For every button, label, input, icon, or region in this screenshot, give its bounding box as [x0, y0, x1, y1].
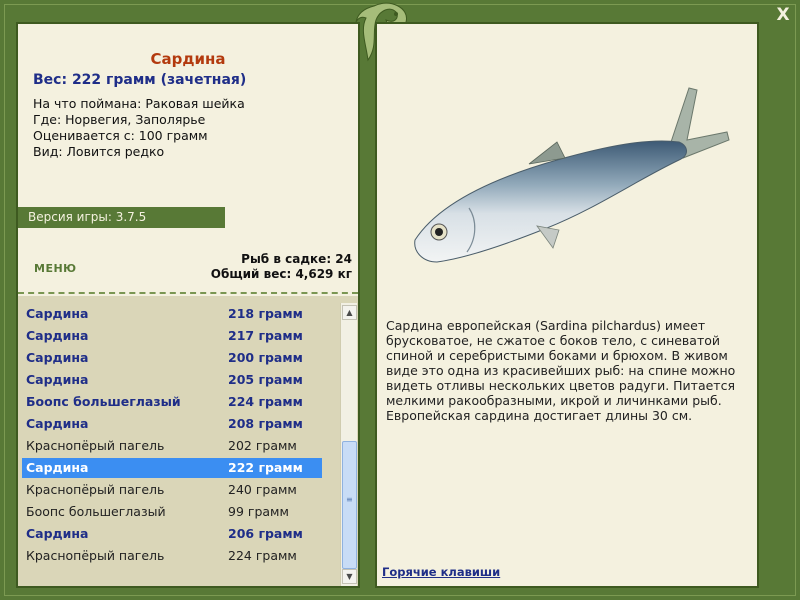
catch-fish-name: Сардина: [26, 306, 89, 321]
chevron-down-icon: ▼: [346, 572, 353, 581]
catch-fish-name: Сардина: [26, 328, 89, 343]
catch-fish-weight: 224 грамм: [228, 394, 303, 409]
catch-fish-name: Краснопёрый пагель: [26, 482, 165, 497]
catch-fish-weight: 206 грамм: [228, 526, 303, 541]
catch-fish-weight: 205 грамм: [228, 372, 303, 387]
scroll-thumb[interactable]: ≡: [342, 441, 357, 569]
catch-fish-weight: 200 грамм: [228, 350, 303, 365]
catch-list-item[interactable]: Боопс большеглазый 99 грамм: [22, 502, 322, 522]
catch-fish-name: Сардина: [26, 460, 89, 475]
fish-weight: Вес: 222 грамм (зачетная): [33, 72, 247, 88]
catch-fish-name: Краснопёрый пагель: [26, 438, 165, 453]
catch-list-item[interactable]: Краснопёрый пагель 202 грамм: [22, 436, 322, 456]
game-window: X Сардина Вес: 222 грамм (зачетная) На ч…: [0, 0, 800, 600]
catch-fish-weight: 240 грамм: [228, 482, 297, 497]
catch-fish-weight: 218 грамм: [228, 306, 303, 321]
catch-list-item[interactable]: Сардина 205 грамм: [22, 370, 322, 390]
hotkeys-link[interactable]: Горячие клавиши: [382, 565, 500, 579]
catch-fish-weight: 224 грамм: [228, 548, 297, 563]
catch-fish-weight: 208 грамм: [228, 416, 303, 431]
grip-icon: ≡: [346, 495, 353, 504]
catch-list-item[interactable]: Сардина 206 грамм: [22, 524, 322, 544]
dashed-divider: [18, 292, 358, 294]
close-button[interactable]: X: [774, 6, 792, 24]
catch-fish-weight: 222 грамм: [228, 460, 303, 475]
catch-fish-name: Боопс большеглазый: [26, 394, 181, 409]
catch-fish-name: Боопс большеглазый: [26, 504, 166, 519]
fish-info-panel: Сардина европейская (Sardina pilchardus)…: [375, 22, 759, 588]
catch-list-item[interactable]: Сардина 218 грамм: [22, 304, 322, 324]
catch-fish-name: Сардина: [26, 372, 89, 387]
catch-details-panel: Сардина Вес: 222 грамм (зачетная) На что…: [16, 22, 360, 588]
sardine-image: [414, 87, 730, 263]
version-bar: Версия игры: 3.7.5: [18, 207, 225, 228]
catch-list-item[interactable]: Краснопёрый пагель 224 грамм: [22, 546, 322, 566]
menu-button[interactable]: МЕНЮ: [34, 262, 77, 275]
close-icon: X: [776, 5, 790, 25]
fish-description: Сардина европейская (Sardina pilchardus)…: [386, 318, 736, 423]
bait-info: На что поймана: Раковая шейка: [33, 96, 245, 111]
scroll-up-button[interactable]: ▲: [342, 305, 357, 320]
version-label: Версия игры: 3.7.5: [28, 210, 147, 224]
scroll-down-button[interactable]: ▼: [342, 569, 357, 584]
catch-fish-weight: 202 грамм: [228, 438, 297, 453]
catch-list-item[interactable]: Сардина 208 грамм: [22, 414, 322, 434]
catch-list-item[interactable]: Сардина 217 грамм: [22, 326, 322, 346]
location-info: Где: Норвегия, Заполярье: [33, 112, 206, 127]
catch-list-item[interactable]: Краснопёрый пагель 240 грамм: [22, 480, 322, 500]
catch-list: Сардина 218 грамм Сардина 217 грамм Сардина 2…: [18, 296, 358, 586]
catch-fish-name: Сардина: [26, 350, 89, 365]
catch-fish-name: Сардина: [26, 416, 89, 431]
catch-fish-weight: 217 грамм: [228, 328, 303, 343]
trophy-threshold-info: Оценивается с: 100 грамм: [33, 128, 208, 143]
catch-list-item[interactable]: Сардина 200 грамм: [22, 348, 322, 368]
rarity-info: Вид: Ловится редко: [33, 144, 165, 159]
catch-fish-name: Сардина: [26, 526, 89, 541]
catch-fish-weight: 99 грамм: [228, 504, 289, 519]
catch-list-scrollbar[interactable]: ▲ ≡ ▼: [340, 303, 357, 586]
catch-list-item[interactable]: Сардина 222 грамм: [22, 458, 322, 478]
fish-title: Сардина: [150, 50, 226, 68]
net-total-weight: Общий вес: 4,629 кг: [210, 267, 352, 281]
chevron-up-icon: ▲: [346, 308, 353, 317]
catch-list-item[interactable]: Боопс большеглазый 224 грамм: [22, 392, 322, 412]
catch-fish-name: Краснопёрый пагель: [26, 548, 165, 563]
net-fish-count: Рыб в садке: 24: [241, 252, 352, 266]
